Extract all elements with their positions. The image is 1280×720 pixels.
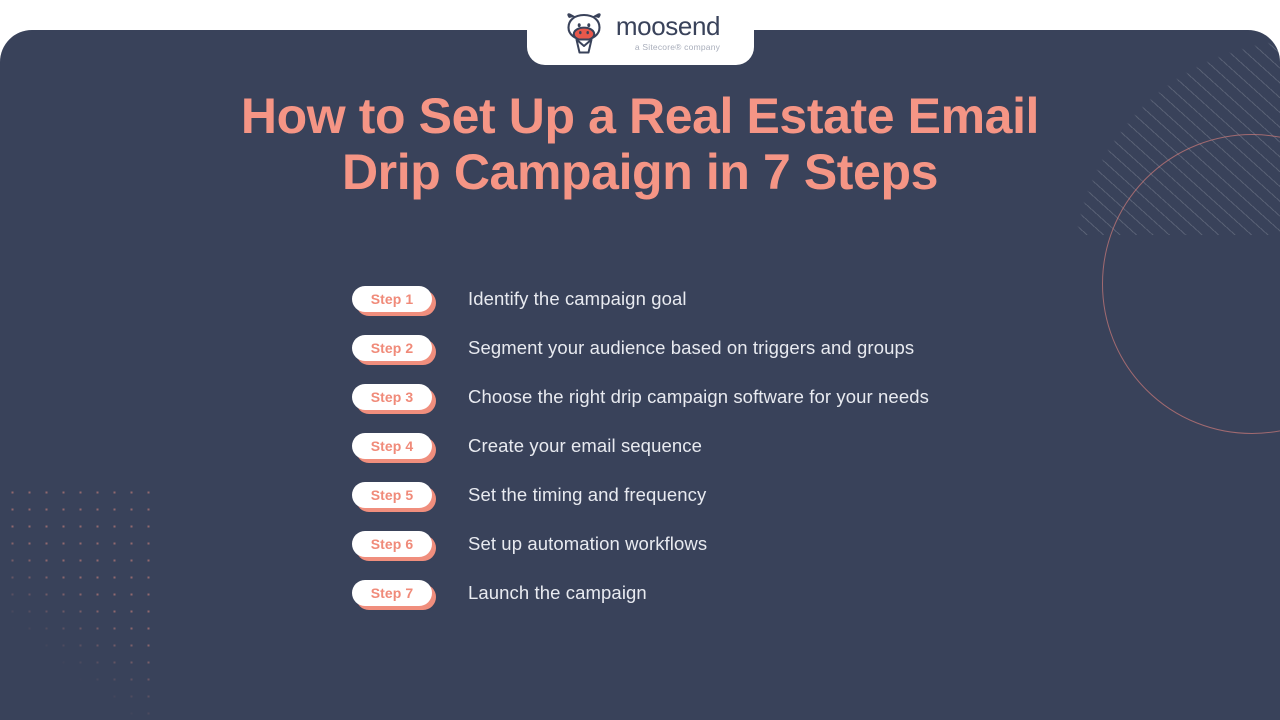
step-badge-label: Step 6 [352, 531, 432, 557]
step-row: Step 1 Identify the campaign goal [352, 275, 1112, 324]
step-description: Choose the right drip campaign software … [468, 386, 929, 408]
dot-grid-decoration [0, 480, 150, 720]
step-badge-6: Step 6 [352, 531, 436, 561]
brand-tagline: a Sitecore® company [634, 42, 721, 53]
brand-wordmark: moosend a Sitecore® company [615, 11, 721, 53]
step-badge-7: Step 7 [352, 580, 436, 610]
moosend-cow-icon [567, 12, 601, 53]
page-title-line-2: Drip Campaign in 7 Steps [341, 144, 939, 200]
step-description: Identify the campaign goal [468, 288, 687, 310]
step-row: Step 7 Launch the campaign [352, 569, 1112, 618]
step-badge-5: Step 5 [352, 482, 436, 512]
step-row: Step 2 Segment your audience based on tr… [352, 324, 1112, 373]
step-description: Segment your audience based on triggers … [468, 337, 915, 359]
page-title: How to Set Up a Real Estate Email Drip C… [0, 88, 1280, 200]
steps-list: Step 1 Identify the campaign goal Step 2… [352, 275, 1112, 618]
infographic-card: How to Set Up a Real Estate Email Drip C… [0, 30, 1280, 720]
step-badge-label: Step 4 [352, 433, 432, 459]
step-row: Step 3 Choose the right drip campaign so… [352, 373, 1112, 422]
step-description: Set the timing and frequency [468, 484, 707, 506]
step-description: Create your email sequence [468, 435, 702, 457]
step-row: Step 6 Set up automation workflows [352, 520, 1112, 569]
step-badge-label: Step 3 [352, 384, 432, 410]
brand-name: moosend [615, 11, 721, 42]
step-badge-3: Step 3 [352, 384, 436, 414]
step-row: Step 4 Create your email sequence [352, 422, 1112, 471]
step-badge-label: Step 1 [352, 286, 432, 312]
step-badge-2: Step 2 [352, 335, 436, 365]
page-title-line-1: How to Set Up a Real Estate Email [240, 88, 1040, 144]
infographic-canvas: How to Set Up a Real Estate Email Drip C… [0, 0, 1280, 720]
step-badge-label: Step 5 [352, 482, 432, 508]
brand-logo-notch: moosend a Sitecore® company [527, 0, 754, 65]
step-badge-label: Step 7 [352, 580, 432, 606]
step-badge-1: Step 1 [352, 286, 436, 316]
step-badge-label: Step 2 [352, 335, 432, 361]
step-row: Step 5 Set the timing and frequency [352, 471, 1112, 520]
step-description: Launch the campaign [468, 582, 647, 604]
step-badge-4: Step 4 [352, 433, 436, 463]
step-description: Set up automation workflows [468, 533, 708, 555]
